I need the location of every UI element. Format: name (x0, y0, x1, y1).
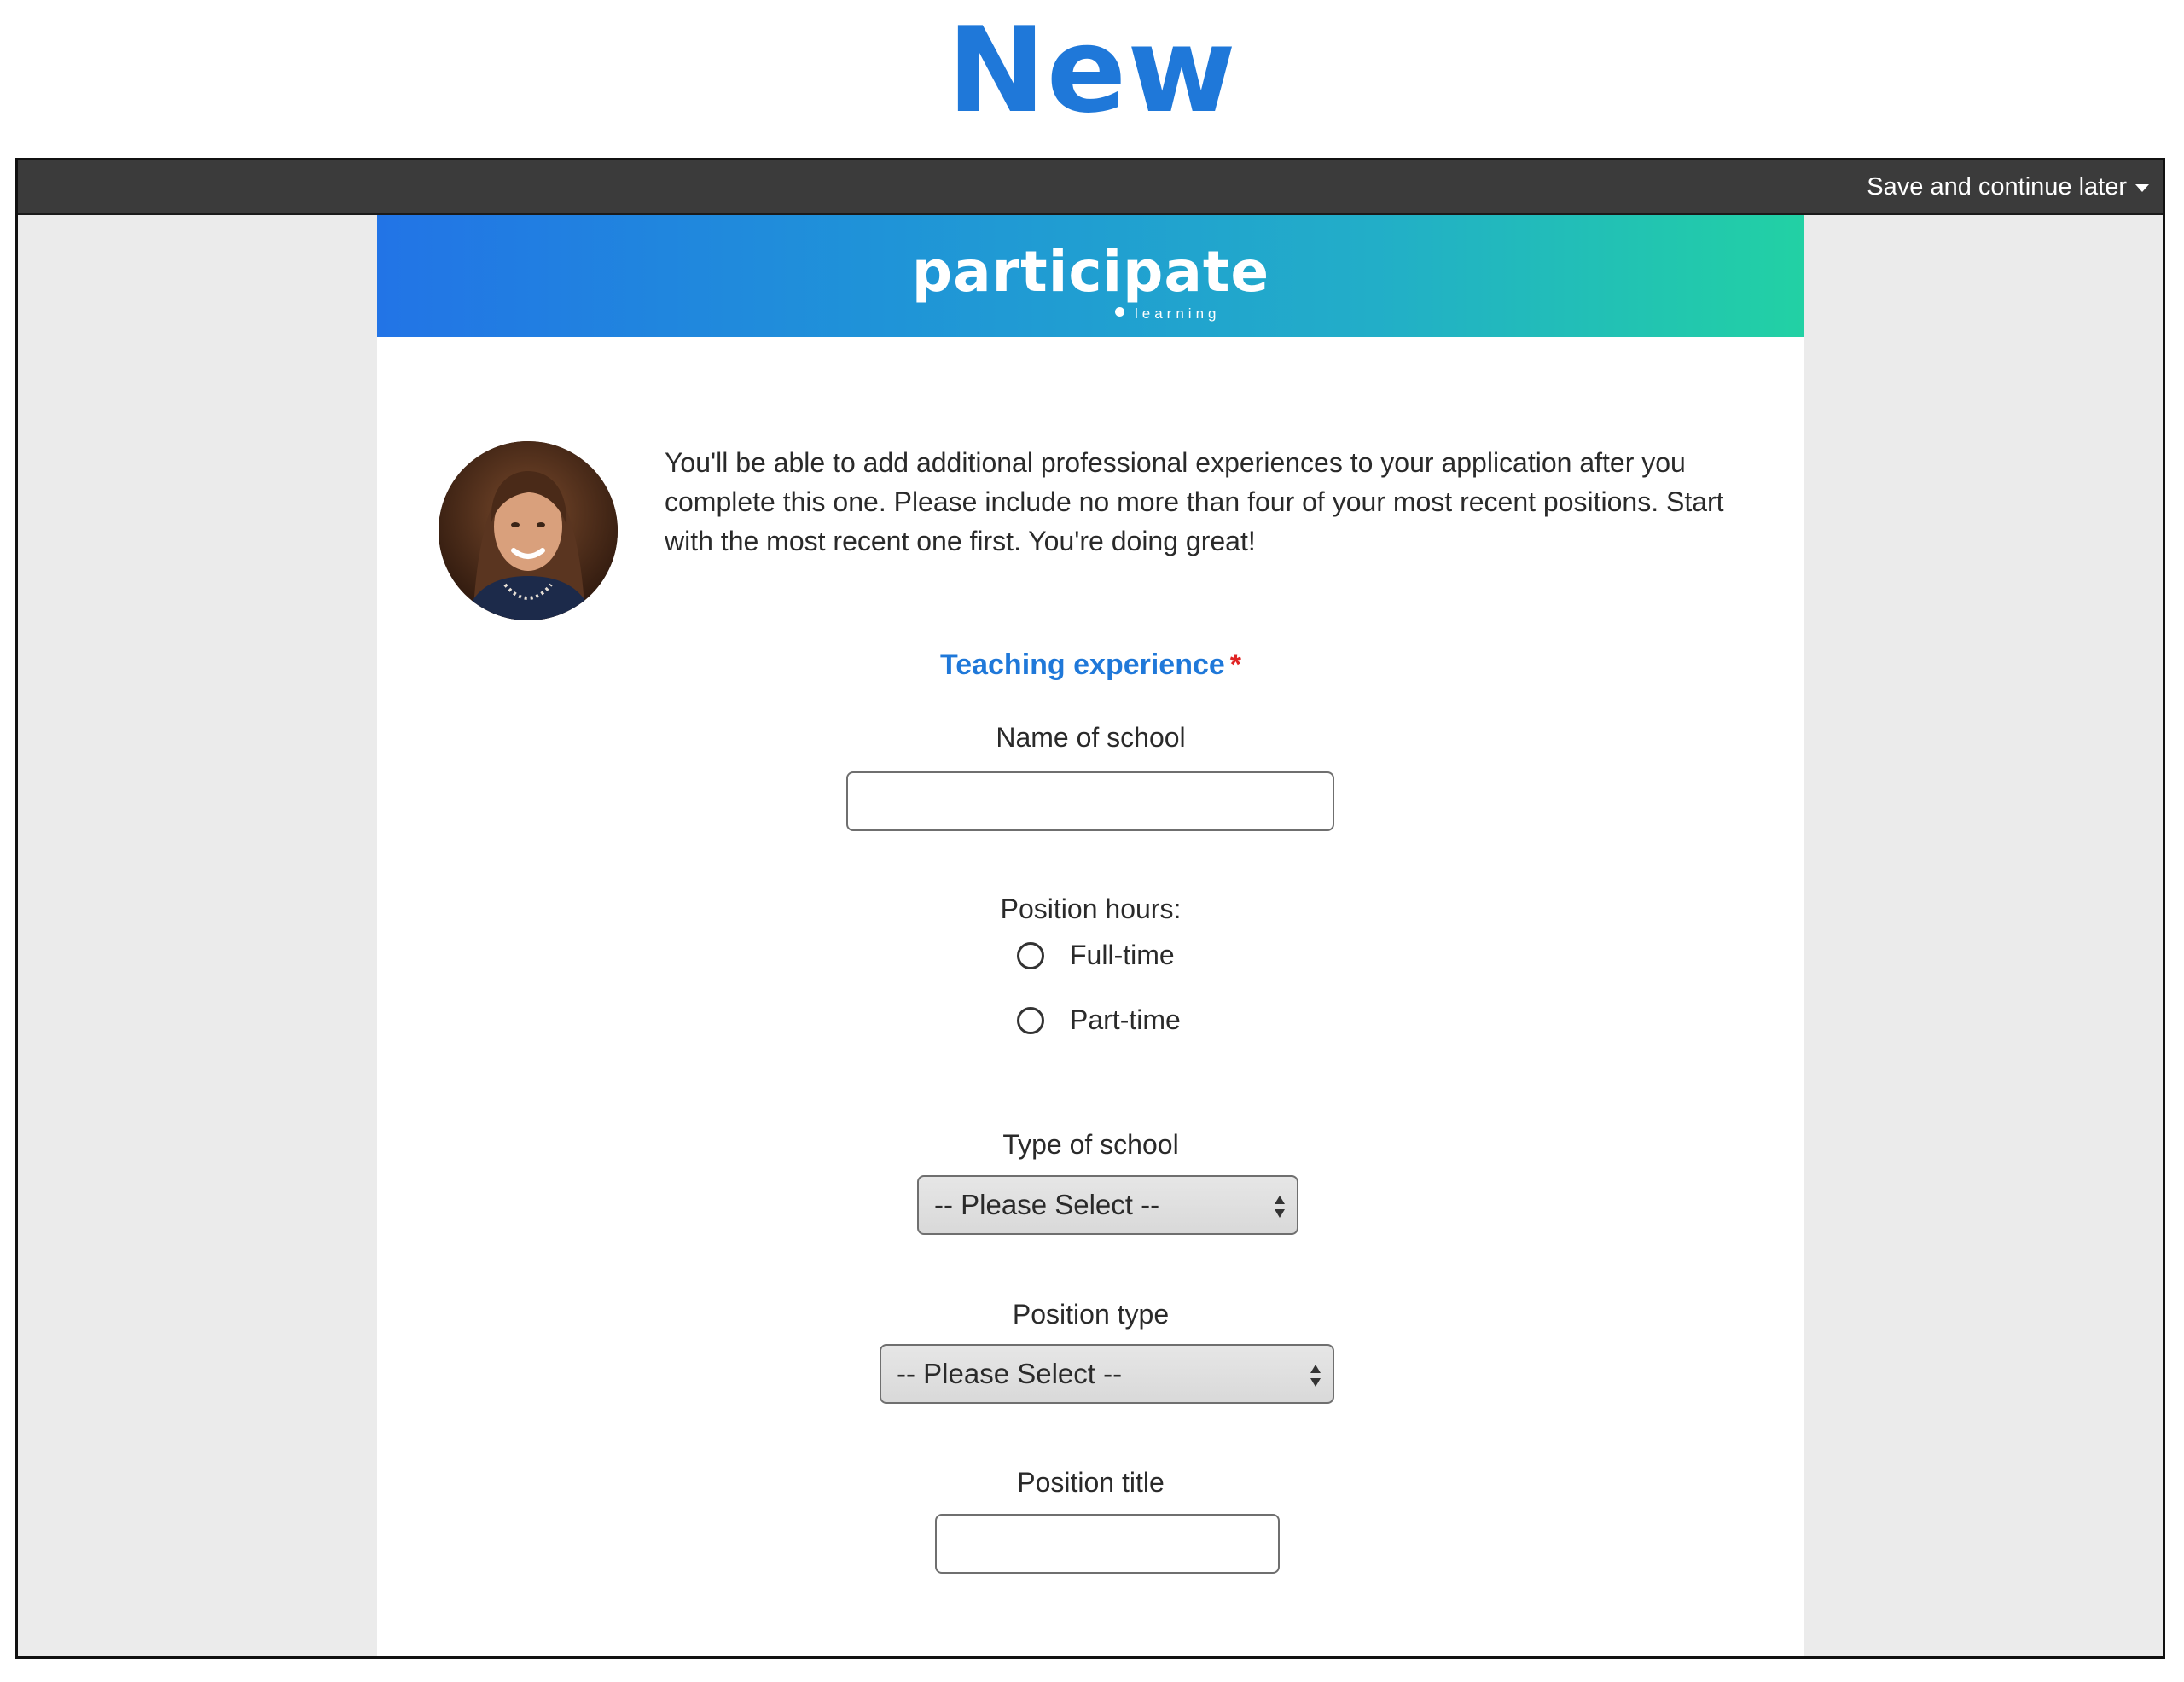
logo-subtext: learning (1135, 306, 1221, 322)
select-arrows-icon (1310, 1365, 1321, 1387)
position-title-label: Position title (1017, 1467, 1165, 1498)
radio-circle-icon[interactable] (1017, 941, 1044, 969)
top-bar: Save and continue later (18, 160, 2163, 215)
intro-message: You'll be able to add additional profess… (665, 447, 1724, 556)
school-type-label: Type of school (1002, 1129, 1179, 1160)
school-type-select[interactable]: -- Please Select -- (917, 1175, 1298, 1235)
school-name-label: Name of school (996, 722, 1186, 753)
required-marker: * (1229, 649, 1242, 681)
school-type-value: -- Please Select -- (934, 1189, 1160, 1220)
section-title: Teaching experience * (377, 649, 1804, 682)
save-later-label: Save and continue later (1867, 172, 2127, 201)
position-type-value: -- Please Select -- (897, 1358, 1123, 1389)
participate-logo: participate (911, 239, 1270, 305)
position-hours-label: Position hours: (1000, 893, 1182, 924)
select-arrows-icon (1275, 1196, 1285, 1218)
caret-down-icon (2135, 184, 2149, 192)
section-title-text: Teaching experience (939, 649, 1225, 681)
radio-full-time[interactable]: Full-time (1017, 940, 1175, 971)
school-name-input[interactable] (846, 771, 1334, 831)
radio-label-part-time: Part-time (1070, 1004, 1181, 1035)
brand-banner: participate learning (377, 215, 1804, 337)
logo-dot-icon (1115, 307, 1124, 317)
advisor-avatar (439, 441, 618, 620)
radio-part-time[interactable]: Part-time (1017, 1004, 1181, 1036)
position-title-input[interactable] (935, 1514, 1280, 1574)
radio-circle-icon[interactable] (1017, 1006, 1044, 1034)
save-and-continue-later-button[interactable]: Save and continue later (1867, 160, 2149, 213)
page-heading: New (947, 2, 1237, 139)
position-type-select[interactable]: -- Please Select -- (880, 1344, 1334, 1404)
position-type-label: Position type (1012, 1299, 1170, 1330)
form-panel: participate learning You'll be able to a… (377, 215, 1804, 1656)
radio-label-full-time: Full-time (1070, 940, 1175, 970)
browser-frame: Save and continue later participate lear… (15, 158, 2165, 1659)
